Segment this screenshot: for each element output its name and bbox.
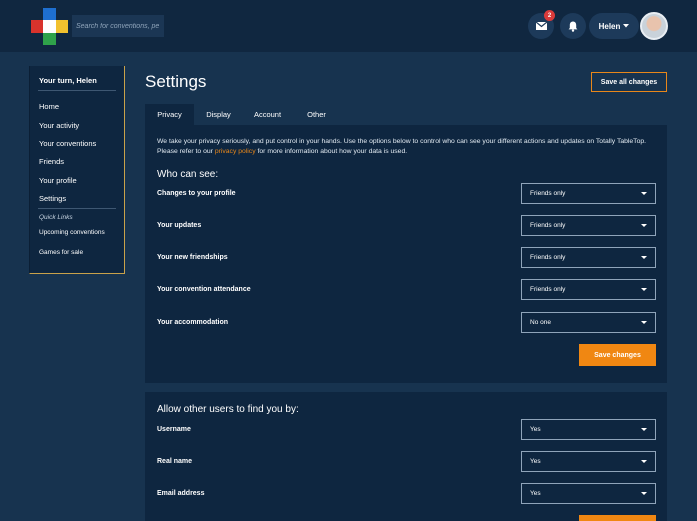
caret-down-icon [641,321,647,324]
select-value: Yes [530,458,541,465]
avatar[interactable] [640,12,668,40]
sidebar-item-friends[interactable]: Friends [39,157,64,166]
envelope-icon [535,22,547,30]
privacy-intro: We take your privacy seriously, and put … [157,137,657,157]
friendships-select[interactable]: Friends only [521,247,656,268]
save-changes-button[interactable]: Save changes [579,344,656,366]
quick-link-games-for-sale[interactable]: Games for sale [39,249,83,256]
chevron-down-icon [623,24,630,28]
sidebar-divider [38,208,116,209]
setting-label-username: Username [157,426,191,433]
setting-label-profile-changes: Changes to your profile [157,190,236,197]
caret-down-icon [641,492,647,495]
real-name-select[interactable]: Yes [521,451,656,472]
select-value: No one [530,319,551,326]
save-changes-button-partial[interactable] [579,515,656,521]
setting-label-convention-attendance: Your convention attendance [157,286,251,293]
caret-down-icon [641,288,647,291]
find-me-heading: Allow other users to find you by: [157,404,299,415]
page-title: Settings [145,72,207,91]
who-can-see-heading: Who can see: [157,169,219,180]
top-bar: 2 Helen [0,0,697,52]
privacy-panel: We take your privacy seriously, and put … [145,125,667,383]
caret-down-icon [641,192,647,195]
sidebar-item-your-conventions[interactable]: Your conventions [39,139,96,148]
user-name: Helen [598,21,621,31]
caret-down-icon [641,428,647,431]
tab-display[interactable]: Display [196,104,241,125]
notifications-button[interactable] [560,13,586,39]
tab-privacy[interactable]: Privacy [145,104,194,125]
setting-label-real-name: Real name [157,458,193,465]
user-menu-button[interactable]: Helen [589,13,639,39]
username-select[interactable]: Yes [521,419,656,440]
tab-other[interactable]: Other [294,104,339,125]
sidebar: Your turn, Helen Home Your activity Your… [29,66,125,274]
setting-label-friendships: Your new friendships [157,254,228,261]
select-value: Friends only [530,222,566,229]
bell-icon [568,21,578,32]
accommodation-select[interactable]: No one [521,312,656,333]
convention-attendance-select[interactable]: Friends only [521,279,656,300]
save-all-changes-button[interactable]: Save all changes [591,72,667,92]
setting-label-email-address: Email address [157,490,205,497]
quick-link-upcoming-conventions[interactable]: Upcoming conventions [39,229,105,236]
select-value: Friends only [530,286,566,293]
quick-links-label: Quick Links [39,214,73,221]
select-value: Friends only [530,254,566,261]
privacy-policy-link[interactable]: privacy policy [215,148,256,155]
updates-select[interactable]: Friends only [521,215,656,236]
caret-down-icon [641,256,647,259]
select-value: Yes [530,426,541,433]
select-value: Friends only [530,190,566,197]
caret-down-icon [641,224,647,227]
setting-label-accommodation: Your accommodation [157,319,229,326]
profile-changes-select[interactable]: Friends only [521,183,656,204]
sidebar-divider [38,90,116,91]
messages-count-badge: 2 [544,10,555,21]
select-value: Yes [530,490,541,497]
sidebar-item-settings[interactable]: Settings [39,194,66,203]
setting-label-updates: Your updates [157,222,202,229]
sidebar-greeting: Your turn, Helen [39,76,97,85]
logo-icon[interactable] [31,8,68,45]
sidebar-item-home[interactable]: Home [39,102,59,111]
privacy-intro-text-end: for more information about how your data… [255,148,408,155]
sidebar-item-your-activity[interactable]: Your activity [39,121,79,130]
caret-down-icon [641,460,647,463]
messages-button[interactable]: 2 [528,10,555,39]
search-input[interactable] [72,15,164,37]
tab-account[interactable]: Account [243,104,292,125]
find-me-panel: Allow other users to find you by: Userna… [145,392,667,521]
email-address-select[interactable]: Yes [521,483,656,504]
sidebar-item-your-profile[interactable]: Your profile [39,176,77,185]
